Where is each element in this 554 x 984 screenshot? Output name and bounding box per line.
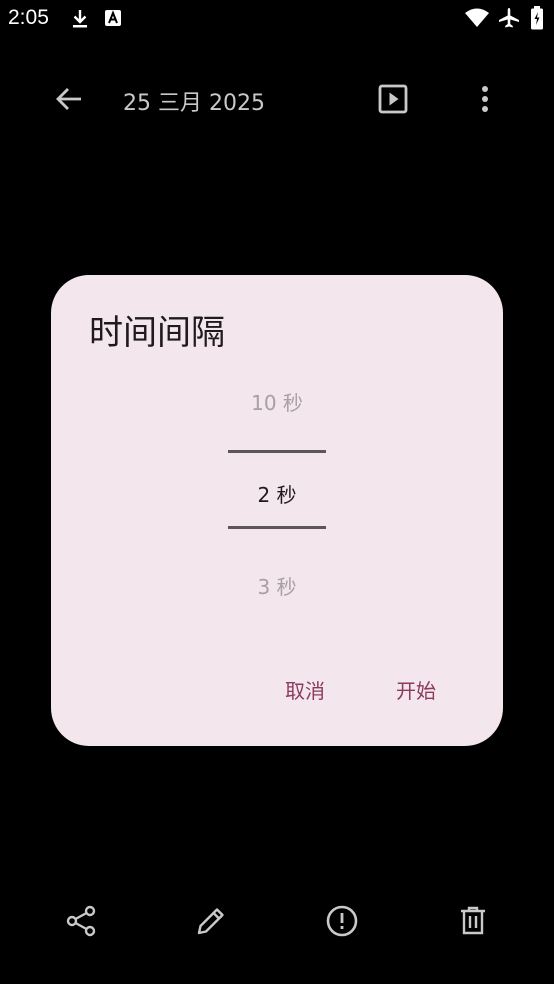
battery-icon [530,6,544,34]
a-badge-icon [104,8,122,32]
info-alert-icon[interactable] [325,904,359,938]
delete-trash-icon[interactable] [456,904,490,938]
picker-option-selected[interactable]: 2 秒 [51,479,503,508]
back-arrow-icon[interactable] [52,82,86,116]
share-icon[interactable] [64,904,98,938]
cancel-button[interactable]: 取消 [285,675,325,704]
page-title: 25 三月 2025 [123,91,265,116]
top-app-bar: 25 三月 2025 [0,66,554,130]
edit-pencil-icon[interactable] [194,904,228,938]
more-vert-icon[interactable] [470,82,500,116]
picker-divider-bottom [228,526,326,529]
download-icon [70,8,90,34]
start-button[interactable]: 开始 [396,675,436,704]
picker-option-previous[interactable]: 10 秒 [51,387,503,416]
picker-divider-top [228,450,326,453]
dialog-title: 时间间隔 [89,313,225,353]
status-time: 2:05 [8,6,49,29]
airplane-icon [498,7,520,33]
wifi-icon [464,7,490,33]
bottom-action-bar [0,890,554,954]
slideshow-play-icon[interactable] [376,82,410,116]
interval-dialog: 时间间隔 10 秒 2 秒 3 秒 取消 开始 [51,275,503,746]
picker-option-next[interactable]: 3 秒 [51,571,503,600]
status-bar: 2:05 [0,0,554,36]
